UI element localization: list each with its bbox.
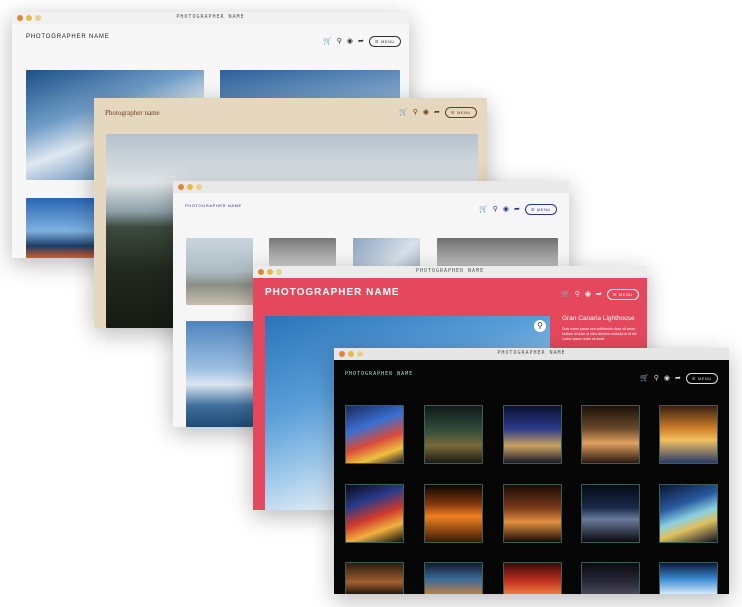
hamburger-icon: ☰ <box>530 207 535 212</box>
window-titlebar: PHOTOGRAPHER NAME <box>253 266 647 278</box>
gallery-photo-night-12[interactable] <box>424 562 483 594</box>
close-dot[interactable] <box>178 184 184 190</box>
window-controls <box>178 184 202 190</box>
window-titlebar: PHOTOGRAPHER NAME <box>12 12 409 24</box>
menu-button[interactable]: ☰ MENU <box>606 289 639 300</box>
cart-icon[interactable]: 🛒 <box>323 38 332 45</box>
zoom-icon[interactable]: ⚲ <box>534 320 546 332</box>
site-brand[interactable]: Photographer name <box>105 109 160 117</box>
hamburger-icon: ☰ <box>450 110 455 115</box>
gallery-photo-pier[interactable] <box>186 238 253 305</box>
gallery-photo-night-14[interactable] <box>581 562 640 594</box>
gallery-photo-night-4[interactable] <box>581 405 640 464</box>
account-icon[interactable]: ◉ <box>585 291 591 298</box>
menu-button[interactable]: ☰ MENU <box>524 204 557 215</box>
site-preview-window-dark: PHOTOGRAPHER NAME PHOTOGRAPHER NAME 🛒 ⚲ … <box>334 348 729 594</box>
window-title: PHOTOGRAPHER NAME <box>497 350 566 356</box>
search-icon[interactable]: ⚲ <box>413 109 418 116</box>
cart-icon[interactable]: 🛒 <box>640 375 649 382</box>
menu-label: MENU <box>380 39 395 44</box>
window-titlebar <box>173 181 569 193</box>
gallery-photo-night-9[interactable] <box>581 484 640 543</box>
site-brand[interactable]: PHOTOGRAPHER NAME <box>26 34 110 40</box>
share-icon[interactable]: ➦ <box>434 109 440 116</box>
site-header-icons: 🛒 ⚲ ◉ ➦ ☰ MENU <box>640 373 718 384</box>
account-icon[interactable]: ◉ <box>347 38 353 45</box>
gallery-photo-night-8[interactable] <box>503 484 562 543</box>
account-icon[interactable]: ◉ <box>503 206 509 213</box>
gallery-photo-sea[interactable] <box>186 321 253 427</box>
site-header-icons: 🛒 ⚲ ◉ ➦ ☰ MENU <box>399 107 477 118</box>
site-header-icons: 🛒 ⚲ ◉ ➦ ☰ MENU <box>561 289 639 300</box>
gallery-photo-night-7[interactable] <box>424 484 483 543</box>
menu-button[interactable]: ☰ MENU <box>444 107 477 118</box>
window-title: PHOTOGRAPHER NAME <box>415 268 485 274</box>
menu-label: MENU <box>536 207 551 212</box>
search-icon[interactable]: ⚲ <box>575 291 580 298</box>
share-icon[interactable]: ➦ <box>596 291 602 298</box>
photo-caption-title: Gran Canaria Lighthouse <box>562 315 635 322</box>
menu-label: MENU <box>618 292 633 297</box>
photo-caption-text: Duis lorem ipsum sed sollicitudin dolor … <box>562 327 638 341</box>
menu-button[interactable]: ☰ MENU <box>368 36 401 47</box>
share-icon[interactable]: ➦ <box>358 38 364 45</box>
gallery-photo-night-2[interactable] <box>424 405 483 464</box>
maximize-dot[interactable] <box>196 184 202 190</box>
search-icon[interactable]: ⚲ <box>493 206 498 213</box>
gallery-photo-night-13[interactable] <box>503 562 562 594</box>
gallery-photo-night-5[interactable] <box>659 405 718 464</box>
site-brand[interactable]: PHOTOGRAPHER NAME <box>345 371 413 377</box>
account-icon[interactable]: ◉ <box>664 375 670 382</box>
gallery-photo-night-6[interactable] <box>345 484 404 543</box>
gallery-photo-night-10[interactable] <box>659 484 718 543</box>
gallery-photo-night-11[interactable] <box>345 562 404 594</box>
cart-icon[interactable]: 🛒 <box>561 291 570 298</box>
share-icon[interactable]: ➦ <box>514 206 520 213</box>
share-icon[interactable]: ➦ <box>675 375 681 382</box>
hamburger-icon: ☰ <box>612 292 617 297</box>
site-header-icons: 🛒 ⚲ ◉ ➦ ☰ MENU <box>479 204 557 215</box>
gallery-photo-night-1[interactable] <box>345 405 404 464</box>
menu-label: MENU <box>697 376 712 381</box>
hamburger-icon: ☰ <box>374 39 379 44</box>
cart-icon[interactable]: 🛒 <box>399 109 408 116</box>
search-icon[interactable]: ⚲ <box>337 38 342 45</box>
menu-button[interactable]: ☰ MENU <box>685 373 718 384</box>
menu-label: MENU <box>456 110 471 115</box>
search-icon[interactable]: ⚲ <box>654 375 659 382</box>
site-brand[interactable]: PHOTOGRAPHER NAME <box>265 287 400 298</box>
window-titlebar: PHOTOGRAPHER NAME <box>334 348 729 360</box>
gallery-photo-night-15[interactable] <box>659 562 718 594</box>
account-icon[interactable]: ◉ <box>423 109 429 116</box>
site-header-icons: 🛒 ⚲ ◉ ➦ ☰ MENU <box>323 36 401 47</box>
cart-icon[interactable]: 🛒 <box>479 206 488 213</box>
hamburger-icon: ☰ <box>691 376 696 381</box>
window-title: PHOTOGRAPHER NAME <box>176 14 245 20</box>
minimize-dot[interactable] <box>187 184 193 190</box>
site-brand[interactable]: PHOTOGRAPHER NAME <box>185 203 242 208</box>
gallery-photo-night-3[interactable] <box>503 405 562 464</box>
